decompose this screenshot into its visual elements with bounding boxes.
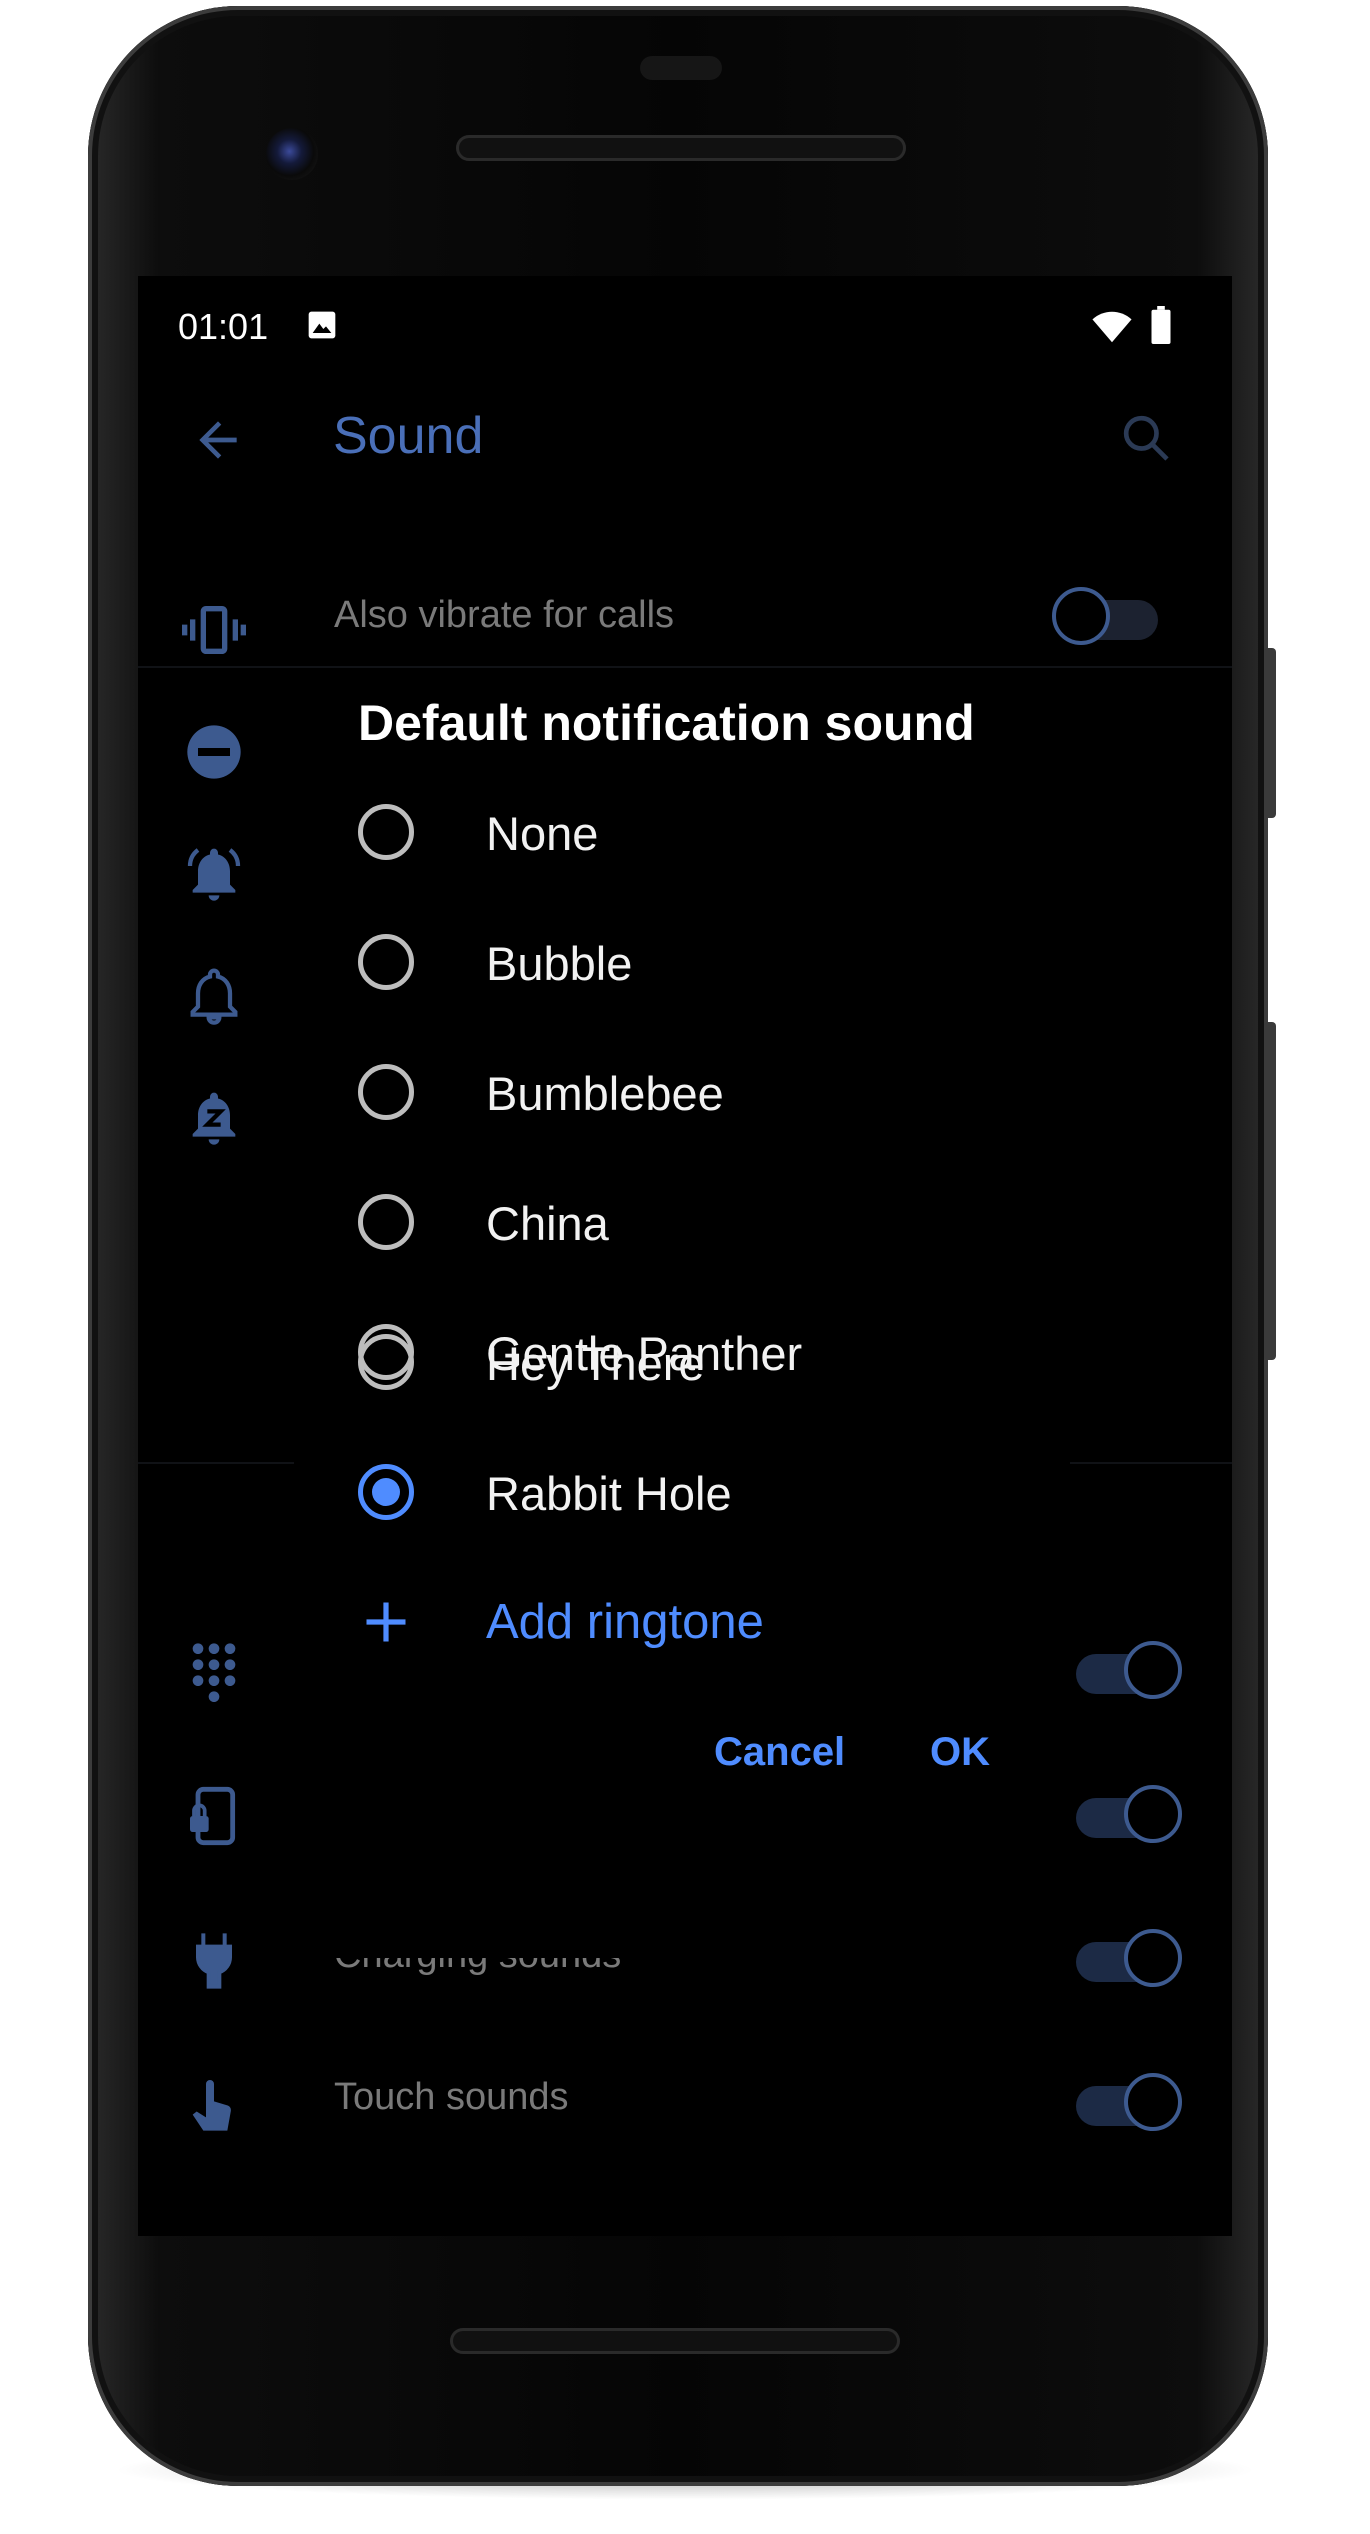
vibrate-toggle[interactable]: [1052, 587, 1158, 645]
option-label: Bumblebee: [486, 1067, 724, 1120]
radio-button[interactable]: [358, 934, 414, 990]
bottom-speaker: [450, 2328, 900, 2354]
toggle-knob: [1052, 587, 1110, 645]
radio-button[interactable]: [358, 1194, 414, 1250]
setting-label-touch-sounds: Touch sounds: [334, 2076, 569, 2118]
option-label: Hey There: [486, 1337, 705, 1390]
sound-option-china[interactable]: China: [294, 1158, 1070, 1288]
sound-option-hey-there[interactable]: Hey There: [294, 1298, 1070, 1428]
add-ringtone-label: Add ringtone: [486, 1595, 764, 1649]
bell-icon: [190, 968, 238, 1025]
arrow-back-icon[interactable]: [190, 412, 246, 468]
plus-icon: [366, 1602, 406, 1642]
dialpad-tones-toggle[interactable]: [1076, 1641, 1182, 1699]
option-label: Bubble: [486, 937, 633, 990]
toggle-knob: [1124, 1785, 1182, 1843]
top-sensor-slot: [640, 56, 722, 80]
front-camera: [266, 128, 318, 180]
radio-button[interactable]: [358, 1064, 414, 1120]
vibrate-icon: [182, 606, 246, 654]
dialpad-icon: [192, 1643, 236, 1702]
search-icon[interactable]: [1118, 410, 1174, 466]
charging-plug-icon: [196, 1933, 232, 1989]
radio-button-selected[interactable]: [358, 1464, 414, 1520]
sound-option-bubble[interactable]: Bubble: [294, 898, 1070, 1028]
dialog-title: Default notification sound: [358, 695, 975, 751]
charging-sounds-toggle[interactable]: [1076, 1929, 1182, 1987]
toggle-knob: [1124, 1641, 1182, 1699]
setting-label-vibrate: Also vibrate for calls: [334, 594, 675, 636]
screen: 01:01 Sound Also vibrate for calls Touch…: [138, 276, 1232, 2236]
earpiece-speaker: [456, 135, 906, 161]
add-ringtone-row[interactable]: Add ringtone: [294, 1558, 1070, 1688]
cancel-button[interactable]: Cancel: [714, 1730, 845, 1775]
do-not-disturb-icon: [187, 725, 241, 779]
image-icon: [308, 311, 336, 339]
sound-option-bumblebee[interactable]: Bumblebee: [294, 1028, 1070, 1158]
sound-option-none[interactable]: None: [294, 768, 1070, 898]
radio-button[interactable]: [358, 804, 414, 860]
volume-rocker: [1264, 1022, 1276, 1360]
touch-icon: [192, 2080, 231, 2131]
ok-button[interactable]: OK: [930, 1730, 990, 1775]
page-title: Sound: [333, 407, 484, 465]
status-bar: 01:01: [138, 276, 1232, 376]
radio-button[interactable]: [358, 1334, 414, 1390]
option-label: None: [486, 807, 599, 860]
notification-sound-dialog-lower: Hey There Rabbit Hole Add ringtone Cance…: [294, 1334, 1070, 1958]
battery-icon: [1151, 306, 1171, 344]
status-time: 01:01: [178, 306, 269, 347]
touch-sounds-toggle[interactable]: [1076, 2073, 1182, 2131]
option-label: China: [486, 1197, 609, 1250]
sound-option-rabbit-hole[interactable]: Rabbit Hole: [294, 1428, 1070, 1558]
toggle-knob: [1124, 1929, 1182, 1987]
screen-lock-icon: [190, 1786, 236, 1846]
bell-snooze-icon: [192, 1092, 236, 1145]
wifi-icon: [1092, 311, 1132, 343]
screen-lock-sound-toggle[interactable]: [1076, 1785, 1182, 1843]
power-button: [1264, 648, 1276, 818]
option-label: Rabbit Hole: [486, 1467, 732, 1520]
bell-ring-icon: [187, 848, 241, 901]
toggle-knob: [1124, 2073, 1182, 2131]
